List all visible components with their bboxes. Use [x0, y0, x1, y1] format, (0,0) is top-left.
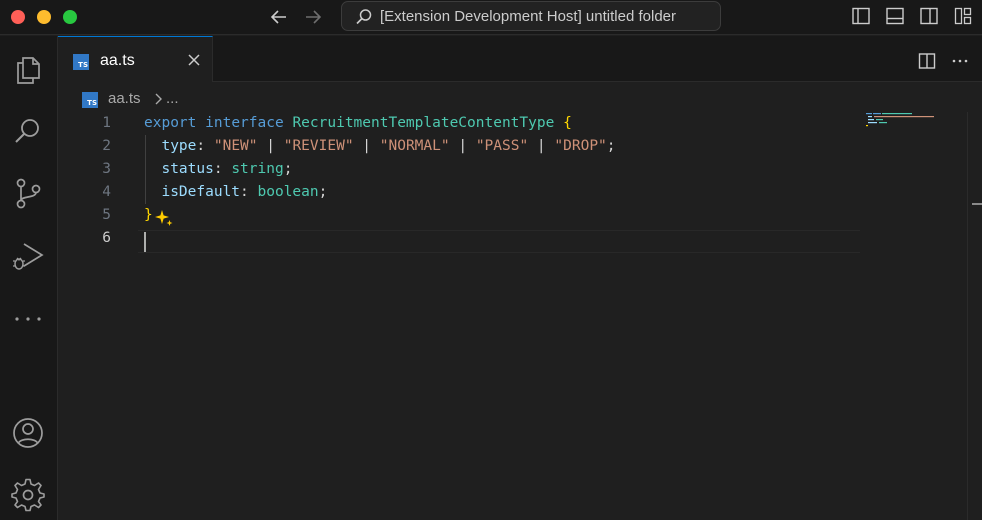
- line-number: 3: [102, 161, 111, 177]
- code-token: ;: [283, 161, 293, 177]
- split-editor-icon[interactable]: [918, 52, 936, 70]
- minimap[interactable]: [864, 112, 942, 132]
- code-token: isDefault: [161, 184, 241, 200]
- code-token: "PASS": [475, 138, 529, 154]
- typescript-file-icon: TS: [73, 54, 89, 70]
- line-number: 2: [102, 138, 111, 154]
- code-token: |: [257, 138, 284, 154]
- window-minimize-button[interactable]: [37, 10, 51, 24]
- code-line[interactable]: 3 status: string;: [58, 158, 860, 181]
- typescript-file-icon: TS: [82, 92, 98, 108]
- code-token: ;: [318, 184, 328, 200]
- go-forward-icon[interactable]: [302, 6, 324, 28]
- line-number: 5: [102, 207, 111, 223]
- code-token: {: [563, 115, 572, 131]
- toggle-secondary-sidebar-icon[interactable]: [919, 6, 939, 26]
- window-title: [Extension Development Host] untitled fo…: [380, 8, 676, 25]
- go-back-icon[interactable]: [268, 6, 290, 28]
- scrollbar-cursor-marker: [972, 203, 982, 205]
- code-token: }: [144, 207, 153, 223]
- search-icon: [356, 9, 372, 25]
- line-number: 1: [102, 115, 111, 131]
- code-line[interactable]: 2 type: "NEW" | "REVIEW" | "NORMAL" | "P…: [58, 135, 860, 158]
- code-line[interactable]: 1 export interface RecruitmentTemplateCon…: [58, 112, 860, 135]
- title-bar: [Extension Development Host] untitled fo…: [0, 0, 982, 35]
- code-token: string: [231, 161, 284, 177]
- code-token: "NORMAL": [379, 138, 450, 154]
- line-number: 4: [102, 184, 111, 200]
- breadcrumb-symbols[interactable]: ...: [166, 90, 179, 107]
- vertical-scrollbar[interactable]: [967, 112, 982, 520]
- chevron-right-icon: [155, 93, 162, 105]
- code-line[interactable]: 5}: [58, 204, 860, 227]
- code-token: interface: [205, 115, 284, 131]
- code-token: RecruitmentTemplateContentType: [292, 115, 555, 131]
- more-views-icon[interactable]: [9, 300, 47, 338]
- code-token: "DROP": [554, 138, 607, 154]
- more-actions-icon[interactable]: [951, 52, 969, 70]
- close-icon[interactable]: [186, 52, 202, 68]
- code-token: :: [240, 184, 258, 200]
- activity-bar: [0, 36, 58, 520]
- window-maximize-button[interactable]: [63, 10, 77, 24]
- code-token: |: [528, 138, 555, 154]
- code-token: type: [161, 138, 197, 154]
- toggle-primary-sidebar-icon[interactable]: [851, 6, 871, 26]
- code-token: status: [161, 161, 214, 177]
- accounts-icon[interactable]: [9, 414, 47, 452]
- code-token: "NEW": [213, 138, 258, 154]
- customize-layout-icon[interactable]: [953, 6, 973, 26]
- code-text: export interface RecruitmentTemplateCont…: [144, 112, 572, 135]
- code-token: :: [196, 138, 214, 154]
- code-text: isDefault: boolean;: [144, 181, 327, 204]
- code-line[interactable]: 6: [58, 227, 860, 250]
- code-token: "REVIEW": [283, 138, 354, 154]
- window-close-button[interactable]: [11, 10, 25, 24]
- code-text: }: [144, 204, 153, 227]
- run-and-debug-icon[interactable]: [9, 236, 47, 274]
- code-text: status: string;: [144, 158, 292, 181]
- search-icon[interactable]: [9, 112, 47, 150]
- code-text: type: "NEW" | "REVIEW" | "NORMAL" | "PAS…: [144, 135, 616, 158]
- editor-tabs-bar: TS aa.ts: [58, 36, 982, 82]
- code-token: |: [449, 138, 476, 154]
- breadcrumb-file[interactable]: aa.ts: [108, 90, 141, 107]
- line-number: 6: [102, 230, 111, 246]
- source-control-icon[interactable]: [9, 174, 47, 212]
- code-token: ;: [606, 138, 616, 154]
- command-center-search[interactable]: [Extension Development Host] untitled fo…: [341, 1, 721, 31]
- code-editor[interactable]: 1 export interface RecruitmentTemplateCon…: [58, 112, 982, 520]
- code-token: boolean: [257, 184, 319, 200]
- code-token: export: [144, 115, 197, 131]
- tab-label: aa.ts: [100, 52, 135, 69]
- toggle-panel-icon[interactable]: [885, 6, 905, 26]
- explorer-icon[interactable]: [9, 50, 47, 88]
- code-line[interactable]: 4 isDefault: boolean;: [58, 181, 860, 204]
- code-token: :: [213, 161, 232, 177]
- tab-aa-ts[interactable]: TS aa.ts: [58, 36, 213, 82]
- code-token: |: [353, 138, 380, 154]
- manage-gear-icon[interactable]: [9, 476, 47, 514]
